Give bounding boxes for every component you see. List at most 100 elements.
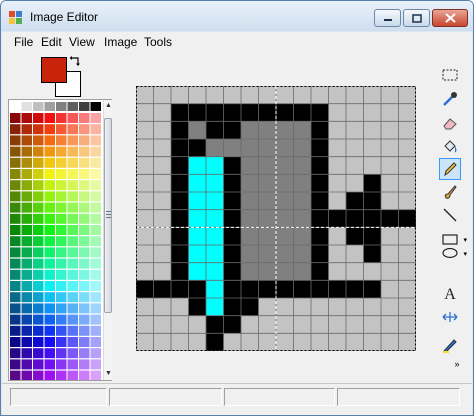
- palette-swatch[interactable]: [90, 292, 102, 303]
- palette-swatch[interactable]: [79, 213, 90, 224]
- minimize-button[interactable]: [374, 9, 401, 27]
- canvas-pixel[interactable]: [293, 280, 312, 298]
- palette-swatch[interactable]: [21, 169, 33, 179]
- palette-swatch[interactable]: [44, 247, 56, 258]
- palette-swatch[interactable]: [44, 370, 56, 380]
- palette-grid[interactable]: [9, 100, 102, 380]
- canvas-pixel[interactable]: [293, 121, 312, 139]
- palette-swatch[interactable]: [67, 247, 79, 258]
- palette-swatch[interactable]: [21, 135, 33, 146]
- palette-swatch[interactable]: [33, 359, 44, 370]
- canvas-pixel[interactable]: [171, 86, 189, 104]
- palette-swatch[interactable]: [56, 113, 67, 123]
- canvas-pixel[interactable]: [363, 298, 382, 316]
- palette-swatch[interactable]: [44, 236, 56, 247]
- palette-swatch[interactable]: [67, 191, 79, 202]
- palette-swatch[interactable]: [33, 102, 44, 111]
- canvas-pixel[interactable]: [346, 245, 364, 263]
- palette-swatch[interactable]: [56, 102, 67, 111]
- canvas-pixel[interactable]: [241, 156, 259, 175]
- canvas-pixel[interactable]: [171, 227, 189, 245]
- canvas-pixel[interactable]: [188, 121, 207, 139]
- canvas-pixel[interactable]: [398, 156, 417, 175]
- canvas-pixel[interactable]: [363, 121, 382, 139]
- canvas-pixel[interactable]: [363, 103, 382, 122]
- toolbar-overflow-icon[interactable]: »: [449, 358, 465, 370]
- palette-swatch[interactable]: [56, 146, 67, 157]
- canvas-pixel[interactable]: [276, 139, 294, 157]
- canvas-pixel[interactable]: [206, 139, 224, 157]
- palette-swatch[interactable]: [56, 202, 67, 213]
- eraser-tool[interactable]: [439, 112, 461, 134]
- palette-swatch[interactable]: [10, 269, 21, 280]
- canvas-pixel[interactable]: [223, 209, 242, 228]
- canvas-pixel[interactable]: [276, 209, 294, 228]
- palette-swatch[interactable]: [10, 348, 21, 359]
- canvas-pixel[interactable]: [381, 245, 399, 263]
- palette-swatch[interactable]: [79, 281, 90, 291]
- palette-swatch[interactable]: [90, 247, 102, 258]
- ellipse-tool[interactable]: ▾: [439, 242, 467, 264]
- canvas-pixel[interactable]: [311, 315, 329, 334]
- palette-swatch[interactable]: [10, 370, 21, 380]
- rectangle-select-tool[interactable]: [439, 64, 461, 86]
- palette-swatch[interactable]: [90, 157, 102, 168]
- canvas-pixel[interactable]: [258, 86, 277, 104]
- palette-swatch[interactable]: [56, 135, 67, 146]
- canvas-pixel[interactable]: [188, 156, 207, 175]
- palette-swatch[interactable]: [56, 157, 67, 168]
- palette-swatch[interactable]: [44, 337, 56, 347]
- canvas-pixel[interactable]: [258, 174, 277, 192]
- palette-swatch[interactable]: [67, 236, 79, 247]
- canvas-pixel[interactable]: [136, 315, 154, 334]
- canvas-pixel[interactable]: [136, 298, 154, 316]
- palette-swatch[interactable]: [21, 348, 33, 359]
- palette-swatch[interactable]: [67, 348, 79, 359]
- palette-swatch[interactable]: [79, 135, 90, 146]
- palette-swatch[interactable]: [56, 303, 67, 314]
- canvas-pixel[interactable]: [258, 280, 277, 298]
- canvas-pixel[interactable]: [293, 333, 312, 351]
- canvas-pixel[interactable]: [136, 227, 154, 245]
- palette-swatch[interactable]: [56, 180, 67, 191]
- canvas-pixel[interactable]: [398, 262, 417, 281]
- palette-swatch[interactable]: [67, 169, 79, 179]
- palette-swatch[interactable]: [67, 359, 79, 370]
- canvas-pixel[interactable]: [153, 139, 172, 157]
- canvas-pixel[interactable]: [276, 121, 294, 139]
- palette-swatch[interactable]: [33, 225, 44, 235]
- palette-swatch[interactable]: [44, 169, 56, 179]
- pixel-canvas[interactable]: [135, 85, 417, 352]
- palette-swatch[interactable]: [79, 258, 90, 269]
- canvas-pixel[interactable]: [363, 156, 382, 175]
- palette-swatch[interactable]: [10, 202, 21, 213]
- palette-swatch[interactable]: [90, 213, 102, 224]
- palette-swatch[interactable]: [44, 258, 56, 269]
- palette-swatch[interactable]: [10, 225, 21, 235]
- canvas-pixel[interactable]: [346, 86, 364, 104]
- canvas-pixel[interactable]: [381, 156, 399, 175]
- canvas-pixel[interactable]: [241, 121, 259, 139]
- palette-swatch[interactable]: [79, 124, 90, 135]
- canvas-pixel[interactable]: [206, 315, 224, 334]
- palette-swatch[interactable]: [33, 146, 44, 157]
- canvas-pixel[interactable]: [293, 139, 312, 157]
- palette-swatch[interactable]: [79, 292, 90, 303]
- canvas-pixel[interactable]: [311, 192, 329, 210]
- palette-swatch[interactable]: [67, 225, 79, 235]
- canvas-pixel[interactable]: [206, 209, 224, 228]
- canvas-pixel[interactable]: [206, 227, 224, 245]
- canvas-pixel[interactable]: [136, 156, 154, 175]
- canvas-pixel[interactable]: [223, 315, 242, 334]
- palette-swatch[interactable]: [67, 157, 79, 168]
- canvas-pixel[interactable]: [223, 262, 242, 281]
- palette-swatch[interactable]: [44, 135, 56, 146]
- canvas-pixel[interactable]: [328, 298, 347, 316]
- palette-swatch[interactable]: [10, 124, 21, 135]
- palette-swatch[interactable]: [79, 169, 90, 179]
- canvas-pixel[interactable]: [188, 333, 207, 351]
- canvas-pixel[interactable]: [153, 192, 172, 210]
- palette-swatch[interactable]: [67, 292, 79, 303]
- palette-swatch[interactable]: [33, 124, 44, 135]
- palette-swatch[interactable]: [56, 169, 67, 179]
